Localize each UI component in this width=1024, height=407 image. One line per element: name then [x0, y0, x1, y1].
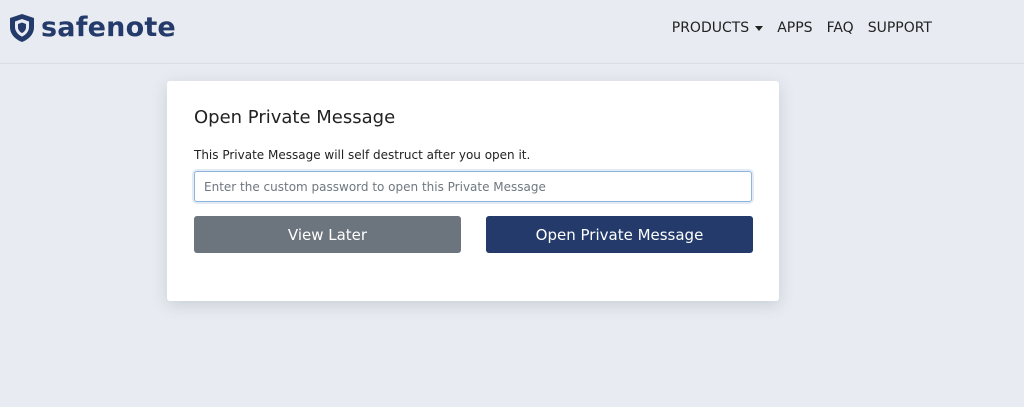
safenote-logo[interactable]: safenote [8, 13, 176, 43]
open-message-card: Open Private Message This Private Messag… [167, 81, 779, 301]
shield-icon [10, 14, 34, 42]
card-title: Open Private Message [194, 107, 396, 128]
main-nav: PRODUCTS APPS FAQ SUPPORT [672, 19, 932, 37]
nav-products-dropdown[interactable]: PRODUCTS [671, 19, 764, 37]
nav-apps-link[interactable]: APPS [777, 19, 812, 37]
open-private-message-button[interactable]: Open Private Message [486, 216, 753, 253]
nav-faq-link[interactable]: FAQ [827, 19, 854, 37]
caret-down-icon [755, 26, 764, 31]
top-navbar: safenote PRODUCTS APPS FAQ SUPPORT [0, 0, 1024, 64]
custom-password-input[interactable] [194, 171, 752, 202]
self-destruct-notice: This Private Message will self destruct … [194, 148, 531, 162]
view-later-button[interactable]: View Later [194, 216, 461, 253]
logo-text: safenote [41, 12, 176, 43]
nav-support-link[interactable]: SUPPORT [868, 19, 932, 37]
nav-products-label: PRODUCTS [671, 20, 750, 36]
